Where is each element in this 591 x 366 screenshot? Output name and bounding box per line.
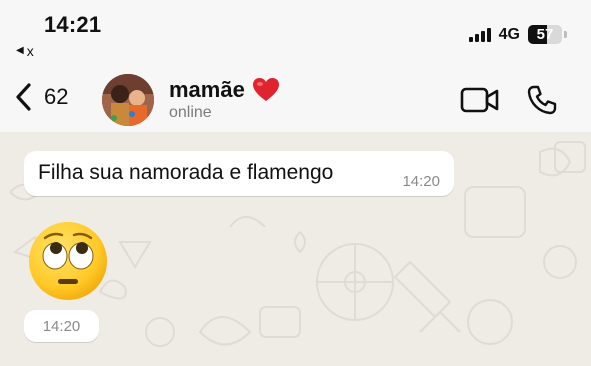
avatar-photo bbox=[102, 74, 154, 126]
back-to-app-button[interactable]: ◀ x bbox=[16, 43, 34, 59]
whatsapp-chat-screen: 14:21 ◀ x 4G 57 62 mamãe online Filha su… bbox=[0, 0, 591, 366]
signal-strength-icon bbox=[468, 27, 491, 42]
heart-emoji-icon bbox=[252, 78, 279, 101]
message-time-bubble: 14:20 bbox=[24, 310, 99, 342]
contact-name[interactable]: mamãe bbox=[169, 77, 280, 103]
chat-area[interactable]: Filha sua namorada e flamengo 14:20 14:2… bbox=[0, 132, 591, 366]
contact-name-text: mamãe bbox=[169, 77, 245, 102]
battery-cap bbox=[564, 31, 567, 38]
message-emoji-incoming[interactable] bbox=[27, 220, 109, 307]
status-indicators: 4G 57 bbox=[468, 25, 567, 44]
back-triangle-icon: ◀ bbox=[16, 45, 24, 56]
message-bubble-incoming[interactable]: Filha sua namorada e flamengo 14:20 bbox=[24, 151, 454, 196]
unread-count: 62 bbox=[44, 84, 69, 109]
video-call-button[interactable] bbox=[460, 86, 500, 119]
battery-percentage: 57 bbox=[536, 26, 554, 43]
battery-icon: 57 bbox=[528, 25, 562, 44]
network-type: 4G bbox=[498, 25, 520, 43]
contact-avatar[interactable] bbox=[102, 74, 154, 126]
video-camera-icon bbox=[460, 87, 499, 113]
top-bar: 14:21 ◀ x 4G 57 62 mamãe online bbox=[0, 0, 591, 132]
message-text: Filha sua namorada e flamengo bbox=[38, 161, 334, 184]
status-time: 14:21 bbox=[44, 12, 102, 37]
message-time: 14:20 bbox=[402, 173, 440, 190]
back-button[interactable]: 62 bbox=[14, 82, 68, 112]
face-with-rolling-eyes-emoji bbox=[29, 222, 107, 300]
phone-icon bbox=[527, 85, 557, 115]
voice-call-button[interactable] bbox=[526, 84, 558, 121]
contact-status: online bbox=[169, 104, 212, 121]
chevron-left-icon bbox=[16, 83, 31, 111]
message-time: 14:20 bbox=[42, 318, 81, 335]
back-to-app-label: x bbox=[26, 43, 34, 59]
